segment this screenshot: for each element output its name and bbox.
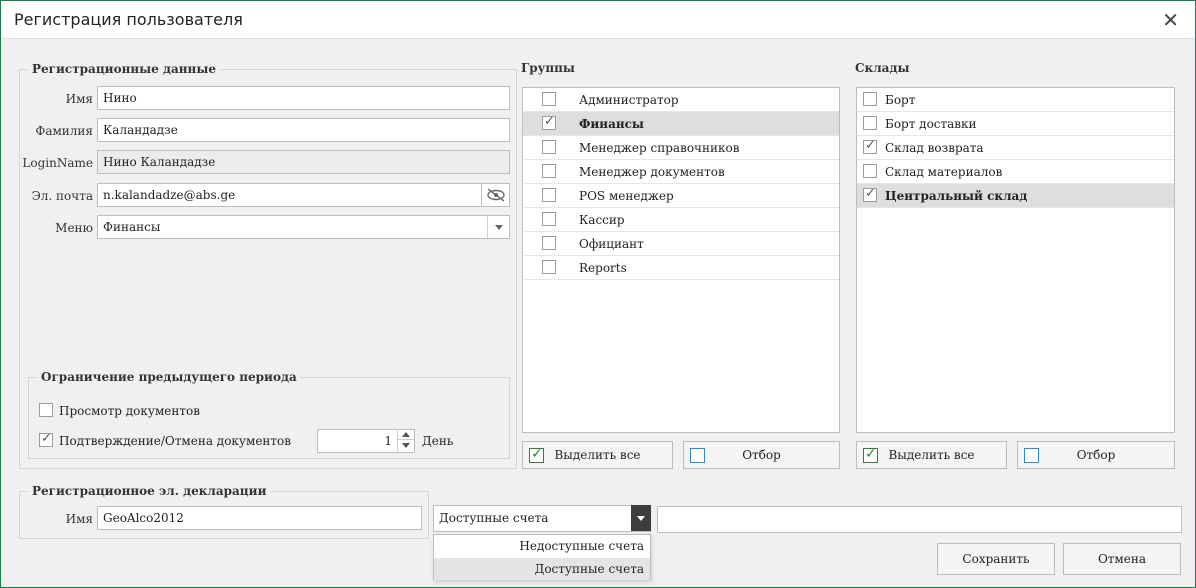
group-label: Менеджер справочников xyxy=(579,141,740,155)
email-input[interactable]: n.kalandadze@abs.ge xyxy=(97,183,482,207)
menu-select[interactable]: Финансы xyxy=(97,215,510,239)
group-label: Менеджер документов xyxy=(579,165,725,179)
list-item[interactable]: Центральный склад xyxy=(857,184,1174,208)
warehouse-label: Центральный склад xyxy=(885,189,1028,203)
list-item[interactable]: Склад возврата xyxy=(857,136,1174,160)
view-docs-checkbox[interactable] xyxy=(39,403,53,417)
list-item[interactable]: Кассир xyxy=(523,208,839,232)
accounts-dropdown-popup: Недоступные счета Доступные счета xyxy=(433,534,651,580)
group-checkbox[interactable] xyxy=(542,140,556,154)
registration-data-legend: Регистрационные данные xyxy=(28,62,221,76)
spin-up-icon[interactable] xyxy=(398,429,415,440)
check-icon xyxy=(863,446,878,463)
group-label: Администратор xyxy=(579,93,679,107)
accounts-option[interactable]: Недоступные счета xyxy=(434,535,650,557)
list-item[interactable]: Reports xyxy=(523,256,839,280)
declaration-name-input[interactable]: GeoAlco2012 xyxy=(97,506,422,530)
warehouse-label: Борт xyxy=(885,93,916,107)
chevron-down-icon[interactable] xyxy=(487,216,509,238)
list-item[interactable]: Финансы xyxy=(523,112,839,136)
warehouse-label: Склад материалов xyxy=(885,165,1003,179)
checkbox-icon xyxy=(690,448,705,463)
declaration-legend: Регистрационное эл. декларации xyxy=(28,484,271,498)
warehouses-legend: Склады xyxy=(851,61,914,75)
restriction-legend: Ограничение предыдущего периода xyxy=(37,370,301,384)
spin-down-icon[interactable] xyxy=(398,440,415,451)
close-icon[interactable]: ✕ xyxy=(1162,8,1179,32)
group-label: Финансы xyxy=(579,117,644,131)
checkbox-icon xyxy=(1024,448,1039,463)
warehouse-label: Борт доставки xyxy=(885,117,977,131)
warehouse-checkbox[interactable] xyxy=(863,186,877,202)
group-checkbox[interactable] xyxy=(542,92,556,106)
warehouses-select-all-label: Выделить все xyxy=(888,448,975,462)
group-checkbox[interactable] xyxy=(542,212,556,226)
group-label: Официант xyxy=(579,237,644,251)
groups-filter-button[interactable]: Отбор xyxy=(683,441,840,469)
group-checkbox[interactable] xyxy=(542,260,556,274)
list-item[interactable]: Склад материалов xyxy=(857,160,1174,184)
last-name-input[interactable]: Каландадзе xyxy=(97,118,510,142)
warehouses-select-all-button[interactable]: Выделить все xyxy=(856,441,1007,469)
groups-select-all-label: Выделить все xyxy=(554,448,641,462)
days-spinner[interactable] xyxy=(397,429,415,453)
warehouse-checkbox[interactable] xyxy=(863,138,877,154)
accounts-select[interactable]: Доступные счета xyxy=(433,505,651,532)
list-item[interactable]: Менеджер документов xyxy=(523,160,839,184)
view-docs-label: Просмотр документов xyxy=(59,404,201,418)
confirm-docs-label: Подтверждение/Отмена документов xyxy=(59,434,292,448)
last-name-label: Фамилия xyxy=(35,124,93,138)
warehouses-filter-button[interactable]: Отбор xyxy=(1017,441,1175,469)
login-name-label: LoginName xyxy=(22,156,93,170)
menu-label: Меню xyxy=(55,221,93,235)
list-item[interactable]: Борт доставки xyxy=(857,112,1174,136)
days-value: 1 xyxy=(384,434,392,448)
email-label: Эл. почта xyxy=(31,189,93,203)
days-unit-label: День xyxy=(422,434,454,448)
groups-legend: Группы xyxy=(517,61,579,75)
chevron-down-icon[interactable] xyxy=(631,505,651,531)
menu-select-value: Финансы xyxy=(103,220,161,234)
registration-dialog: Регистрация пользователя ✕ Регистрационн… xyxy=(0,0,1196,588)
warehouse-label: Склад возврата xyxy=(885,141,984,155)
first-name-label: Имя xyxy=(65,92,93,106)
declaration-name-label: Имя xyxy=(65,512,93,526)
group-checkbox[interactable] xyxy=(542,164,556,178)
login-name-field: Нино Каландадзе xyxy=(97,150,510,174)
cancel-button[interactable]: Отмена xyxy=(1063,543,1181,575)
warehouse-checkbox[interactable] xyxy=(863,116,877,130)
check-icon xyxy=(529,446,544,463)
list-item[interactable]: Официант xyxy=(523,232,839,256)
accounts-select-value: Доступные счета xyxy=(439,511,549,525)
list-item[interactable]: Администратор xyxy=(523,88,839,112)
list-item[interactable]: Борт xyxy=(857,88,1174,112)
dialog-title: Регистрация пользователя xyxy=(14,10,243,29)
confirm-docs-checkbox[interactable] xyxy=(39,431,53,447)
save-button[interactable]: Сохранить xyxy=(937,543,1055,575)
warehouses-filter-label: Отбор xyxy=(1076,448,1116,462)
group-checkbox[interactable] xyxy=(542,236,556,250)
groups-list: Администратор Финансы Менеджер справочни… xyxy=(522,87,840,433)
email-visibility-toggle[interactable] xyxy=(482,183,510,207)
groups-select-all-button[interactable]: Выделить все xyxy=(522,441,673,469)
list-item[interactable]: POS менеджер xyxy=(523,184,839,208)
group-label: POS менеджер xyxy=(579,189,674,203)
group-label: Reports xyxy=(579,261,627,275)
warehouses-list: Борт Борт доставки Склад возврата Склад … xyxy=(856,87,1175,433)
accounts-extra-input[interactable] xyxy=(657,506,1182,533)
group-label: Кассир xyxy=(579,213,625,227)
group-checkbox[interactable] xyxy=(542,114,556,130)
eye-hidden-icon xyxy=(487,188,505,202)
groups-filter-label: Отбор xyxy=(742,448,781,462)
first-name-input[interactable]: Нино xyxy=(97,86,510,110)
list-item[interactable]: Менеджер справочников xyxy=(523,136,839,160)
title-bar: Регистрация пользователя ✕ xyxy=(1,1,1195,39)
group-checkbox[interactable] xyxy=(542,188,556,202)
warehouse-checkbox[interactable] xyxy=(863,164,877,178)
warehouse-checkbox[interactable] xyxy=(863,92,877,106)
accounts-option[interactable]: Доступные счета xyxy=(434,558,650,580)
